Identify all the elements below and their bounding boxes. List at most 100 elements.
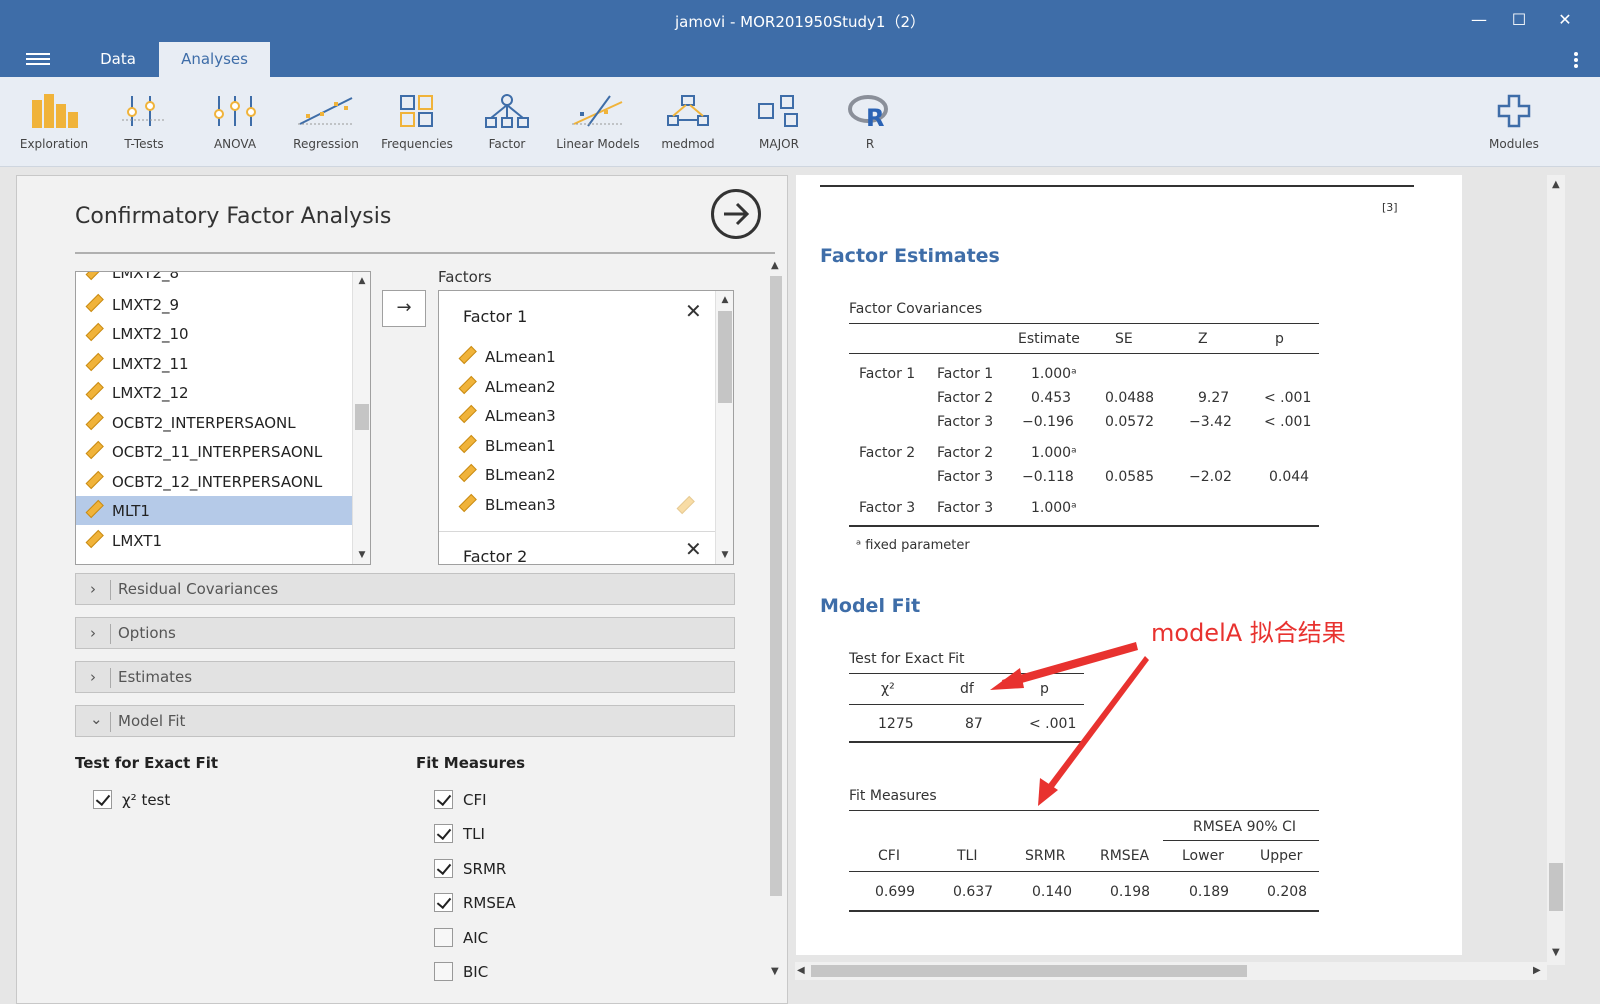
list-item[interactable]: LMXT2_9 [76,290,352,319]
bic-checkbox[interactable]: BIC [434,962,488,981]
scroll-right-icon[interactable]: ▶ [1533,965,1541,976]
factor-1-name[interactable]: Factor 1 [463,307,527,326]
ribbon-frequencies-button[interactable]: Frequencies [372,91,462,151]
more-options-icon[interactable] [1574,52,1578,70]
analyses-ribbon: Exploration T-Tests ANOVA Regression Fre… [0,77,1600,167]
cell: Factor 3 [937,500,994,516]
factors-list-scrollbar[interactable]: ▲ ▼ [715,291,733,564]
factor-item[interactable]: BLmean2 [457,463,556,487]
factor-estimates-heading: Factor Estimates [820,245,1000,267]
list-item[interactable]: OCBT2_INTERPERSAONL [76,408,352,437]
checkbox-unchecked[interactable] [434,928,453,947]
maximize-button[interactable]: ☐ [1504,8,1534,32]
table-rule [849,525,1319,527]
window-title: jamovi - MOR201950Study1（2） [675,13,925,31]
list-item[interactable]: LMXT2_12 [76,378,352,407]
ribbon-major-button[interactable]: MAJOR [734,91,824,151]
factors-list[interactable]: Factor 1 ✕ ALmean1 ALmean2 ALmean3 BLmea… [438,290,734,565]
checkbox-checked[interactable] [434,893,453,912]
cfi-checkbox[interactable]: CFI [434,790,487,809]
chi-square-test-checkbox[interactable]: χ² test [93,790,170,809]
remove-factor-1-close-icon[interactable]: ✕ [685,299,702,323]
remove-factor-2-close-icon[interactable]: ✕ [685,537,702,561]
results-horizontal-scrollbar[interactable]: ◀ ▶ [795,962,1547,980]
scroll-thumb[interactable] [770,276,782,896]
options-panel-scrollbar[interactable]: ▲ ▼ [767,256,785,996]
checkbox-checked[interactable] [434,859,453,878]
scroll-down-icon[interactable]: ▼ [1552,947,1560,958]
scroll-thumb[interactable] [718,311,732,403]
ribbon-anova-button[interactable]: ANOVA [190,91,280,151]
scroll-down-icon[interactable]: ▼ [771,966,779,977]
move-to-factor-button[interactable]: → [382,290,426,327]
list-item[interactable]: LMXT2_10 [76,319,352,348]
tab-data[interactable]: Data [80,42,156,77]
estimates-section[interactable]: › Estimates [75,661,735,693]
cell: 1.000ᵃ [1031,445,1077,461]
list-item[interactable]: OCBT2_11_INTERPERSAONL [76,437,352,466]
srmr-checkbox[interactable]: SRMR [434,859,506,878]
title-divider [75,252,775,254]
factor-item-label: BLmean3 [485,496,556,514]
factor-item-label: BLmean2 [485,466,556,484]
checkbox-label: CFI [463,790,487,809]
scroll-down-icon[interactable]: ▼ [716,550,733,560]
svg-text:R: R [866,104,884,128]
list-item[interactable]: LMXT1 [76,526,352,555]
column-header: p [1040,681,1049,697]
section-label: Model Fit [118,712,186,730]
factor-covariances-caption: Factor Covariances [849,301,983,317]
ribbon-exploration-button[interactable]: Exploration [9,91,99,151]
list-item[interactable]: LMXT2_11 [76,349,352,378]
scroll-up-icon[interactable]: ▲ [1552,179,1560,190]
tab-analyses[interactable]: Analyses [159,42,270,77]
ribbon-linear-models-button[interactable]: Linear Models [553,91,643,151]
scroll-thumb[interactable] [355,404,369,430]
hamburger-menu-icon[interactable] [26,50,50,70]
tli-checkbox[interactable]: TLI [434,824,485,843]
scroll-thumb[interactable] [1549,863,1563,911]
cell: Factor 3 [859,500,916,516]
results-vertical-scrollbar[interactable]: ▲ ▼ [1547,175,1565,965]
ribbon-r-button[interactable]: R R [825,91,915,151]
model-fit-section[interactable]: ⌄ Model Fit [75,705,735,737]
scroll-down-icon[interactable]: ▼ [353,550,370,560]
options-section[interactable]: › Options [75,617,735,649]
scroll-left-icon[interactable]: ◀ [797,965,805,976]
ribbon-factor-button[interactable]: Factor [462,91,552,151]
factor-item-label: ALmean2 [485,378,556,396]
checkbox-unchecked[interactable] [434,962,453,981]
factor-item[interactable]: BLmean1 [457,434,556,458]
scroll-up-icon[interactable]: ▲ [353,276,370,286]
run-arrow-icon[interactable] [711,189,761,239]
checkbox-checked[interactable] [93,790,112,809]
list-item[interactable]: LMXT2_8 [76,272,352,287]
variable-list[interactable]: LMXT2_8 LMXT2_9 LMXT2_10 LMXT2_11 LMXT2_… [75,271,371,565]
factor-2-name[interactable]: Factor 2 [463,547,527,564]
residual-covariances-section[interactable]: › Residual Covariances [75,573,735,605]
checkbox-label: RMSEA [463,893,516,912]
close-window-button[interactable]: ✕ [1550,8,1580,32]
list-item[interactable]: OCBT2_12_INTERPERSAONL [76,467,352,496]
ruler-icon [84,352,104,376]
scroll-thumb[interactable] [811,965,1247,977]
anova-icon [190,91,280,131]
ribbon-modules-button[interactable]: Modules [1469,91,1559,151]
ribbon-regression-button[interactable]: Regression [281,91,371,151]
factor-item[interactable]: ALmean1 [457,345,556,369]
rmsea-checkbox[interactable]: RMSEA [434,893,516,912]
ribbon-ttests-button[interactable]: T-Tests [99,91,189,151]
ribbon-medmod-button[interactable]: medmod [643,91,733,151]
scroll-up-icon[interactable]: ▲ [716,295,733,305]
variable-list-scrollbar[interactable]: ▲ ▼ [352,272,370,564]
list-item-selected[interactable]: MLT1 [76,496,352,525]
factor-item[interactable]: BLmean3 [457,493,556,517]
checkbox-checked[interactable] [434,824,453,843]
factor-item[interactable]: ALmean3 [457,404,556,428]
cell: < .001 [1264,414,1312,430]
aic-checkbox[interactable]: AIC [434,928,488,947]
minimize-button[interactable]: — [1464,8,1494,32]
scroll-up-icon[interactable]: ▲ [771,260,779,271]
checkbox-checked[interactable] [434,790,453,809]
factor-item[interactable]: ALmean2 [457,375,556,399]
